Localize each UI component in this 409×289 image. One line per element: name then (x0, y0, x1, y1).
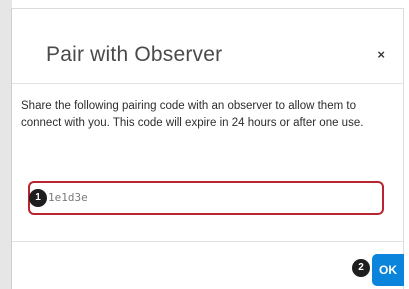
pairing-instructions: Share the following pairing code with an… (21, 100, 364, 129)
close-icon[interactable]: × (377, 47, 385, 62)
pair-with-observer-dialog: Pair with Observer × (11, 8, 404, 289)
pairing-code-field[interactable]: 1e1d3e (28, 181, 384, 215)
dialog-title: Pair with Observer (46, 43, 223, 66)
dialog-footer-divider (12, 241, 403, 242)
step-marker-2: 2 (352, 259, 370, 277)
step-marker-1: 1 (29, 189, 47, 207)
dialog-header: Pair with Observer × (12, 9, 403, 84)
screen: Pair with Observer × Share the following… (0, 0, 409, 289)
ok-button[interactable]: OK (372, 254, 404, 286)
